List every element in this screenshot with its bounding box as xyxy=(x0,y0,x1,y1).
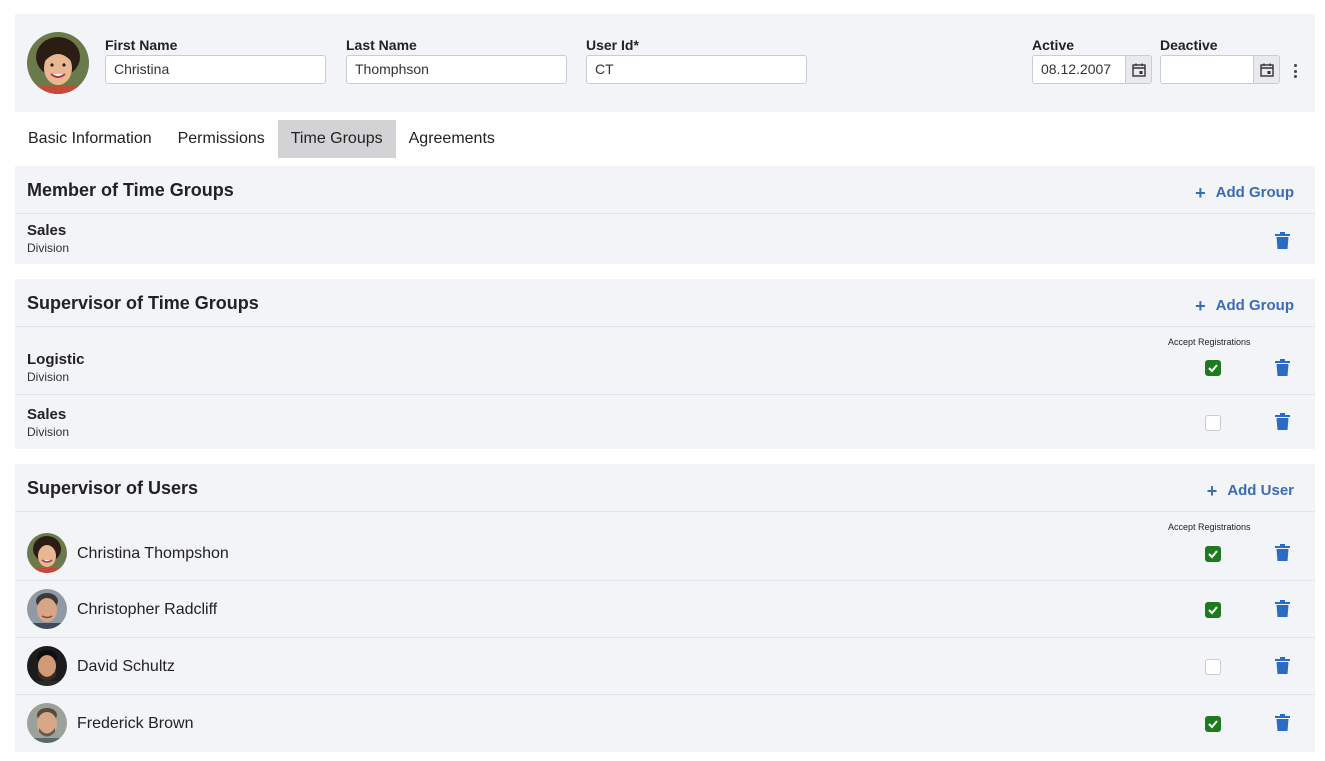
accept-registrations-label: Accept Registrations xyxy=(1168,337,1251,347)
supervisor-groups-panel: Supervisor of Time Groups + Add Group Ac… xyxy=(15,279,1315,449)
trash-icon[interactable] xyxy=(1275,359,1290,376)
deactive-label: Deactive xyxy=(1160,37,1218,53)
add-supervisor-group-button[interactable]: + Add Group xyxy=(1195,295,1294,316)
list-item: Sales Division xyxy=(15,214,1315,264)
accept-registrations-checkbox[interactable] xyxy=(1205,360,1221,376)
user-id-field-group: User Id* CT xyxy=(586,37,807,84)
member-groups-panel: Member of Time Groups + Add Group Sales … xyxy=(15,166,1315,264)
member-groups-title: Member of Time Groups xyxy=(27,180,234,200)
last-name-field-group: Last Name Thomphson xyxy=(346,37,567,84)
active-label: Active xyxy=(1032,37,1075,53)
user-header: First Name Christina Last Name Thomphson… xyxy=(15,14,1315,112)
add-group-label: Add Group xyxy=(1215,184,1294,201)
group-name: Sales xyxy=(27,222,67,239)
user-id-input[interactable]: CT xyxy=(586,55,807,84)
table-row: David Schultz xyxy=(15,638,1315,695)
avatar xyxy=(27,703,67,743)
trash-icon[interactable] xyxy=(1275,413,1290,430)
supervisor-users-panel: Supervisor of Users + Add User Accept Re… xyxy=(15,464,1315,752)
avatar xyxy=(27,533,67,573)
list-item: Sales Division xyxy=(15,395,1315,449)
tab-agreements[interactable]: Agreements xyxy=(396,120,508,158)
accept-registrations-checkbox[interactable] xyxy=(1205,716,1221,732)
last-name-label: Last Name xyxy=(346,37,417,53)
last-name-input[interactable]: Thomphson xyxy=(346,55,567,84)
supervisor-users-title: Supervisor of Users xyxy=(27,478,199,498)
table-row: Frederick Brown xyxy=(15,695,1315,751)
supervisor-groups-title: Supervisor of Time Groups xyxy=(27,293,259,313)
accept-registrations-checkbox[interactable] xyxy=(1205,415,1221,431)
user-avatar xyxy=(27,32,89,94)
group-type: Division xyxy=(27,241,70,255)
trash-icon[interactable] xyxy=(1275,600,1290,617)
group-type: Division xyxy=(27,425,70,439)
add-member-group-button[interactable]: + Add Group xyxy=(1195,182,1294,203)
accept-registrations-label: Accept Registrations xyxy=(1168,522,1251,532)
deactive-date-input[interactable] xyxy=(1160,55,1280,84)
avatar xyxy=(27,589,67,629)
check-icon xyxy=(1208,720,1218,729)
first-name-field-group: First Name Christina xyxy=(105,37,326,84)
group-name: Logistic xyxy=(27,351,85,368)
accept-registrations-checkbox[interactable] xyxy=(1205,602,1221,618)
plus-icon: + xyxy=(1195,295,1206,316)
trash-icon[interactable] xyxy=(1275,232,1290,249)
group-type: Division xyxy=(27,370,70,384)
supervisor-users-header: Supervisor of Users + Add User xyxy=(15,464,1315,512)
group-name: Sales xyxy=(27,406,67,423)
calendar-icon[interactable] xyxy=(1125,56,1151,83)
calendar-icon[interactable] xyxy=(1253,56,1279,83)
accept-registrations-checkbox[interactable] xyxy=(1205,546,1221,562)
first-name-label: First Name xyxy=(105,37,178,53)
supervisor-groups-header: Supervisor of Time Groups + Add Group xyxy=(15,279,1315,327)
user-name: Christopher Radcliff xyxy=(77,601,218,618)
active-date-group: Active 08.12.2007 xyxy=(1032,37,1152,84)
tab-bar: Basic Information Permissions Time Group… xyxy=(15,120,508,158)
user-name: Frederick Brown xyxy=(77,715,194,732)
first-name-input[interactable]: Christina xyxy=(105,55,326,84)
add-group-label: Add Group xyxy=(1215,297,1294,314)
tab-basic-information[interactable]: Basic Information xyxy=(15,120,165,158)
check-icon xyxy=(1208,550,1218,559)
check-icon xyxy=(1208,364,1218,373)
table-row: Christopher Radcliff xyxy=(15,581,1315,638)
plus-icon: + xyxy=(1195,182,1206,203)
trash-icon[interactable] xyxy=(1275,544,1290,561)
trash-icon[interactable] xyxy=(1275,657,1290,674)
active-date-value[interactable]: 08.12.2007 xyxy=(1033,56,1125,83)
member-groups-header: Member of Time Groups + Add Group xyxy=(15,166,1315,214)
user-name: Christina Thompshon xyxy=(77,545,229,562)
tab-permissions[interactable]: Permissions xyxy=(165,120,278,158)
more-vertical-icon[interactable] xyxy=(1289,62,1301,80)
check-icon xyxy=(1208,606,1218,615)
deactive-date-value[interactable] xyxy=(1161,56,1253,83)
deactive-date-group: Deactive xyxy=(1160,37,1280,84)
trash-icon[interactable] xyxy=(1275,714,1290,731)
table-row: Accept Registrations Christina Thompshon xyxy=(15,512,1315,581)
tab-time-groups[interactable]: Time Groups xyxy=(277,120,396,158)
active-date-input[interactable]: 08.12.2007 xyxy=(1032,55,1152,84)
plus-icon: + xyxy=(1206,480,1218,501)
user-id-label: User Id* xyxy=(586,37,639,53)
avatar xyxy=(27,646,67,686)
user-name: David Schultz xyxy=(77,658,175,675)
list-item: Accept Registrations Logistic Division xyxy=(15,327,1315,395)
add-user-button[interactable]: + Add User xyxy=(1206,480,1294,501)
accept-registrations-checkbox[interactable] xyxy=(1205,659,1221,675)
add-user-label: Add User xyxy=(1227,482,1294,499)
